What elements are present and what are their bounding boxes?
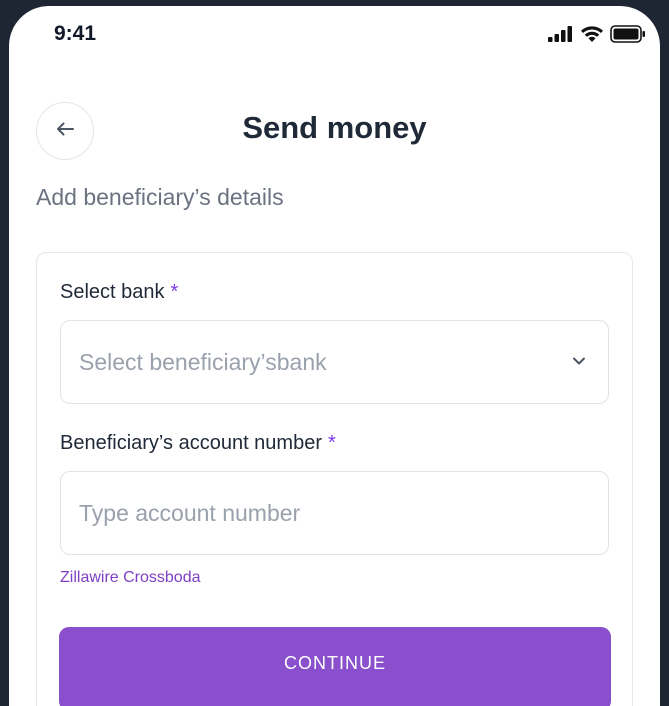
- required-marker: *: [170, 281, 179, 303]
- wifi-icon: [580, 25, 604, 48]
- phone-screen: 9:41 Send money Add beneficiary’s detail…: [9, 6, 660, 706]
- chevron-down-icon: [572, 353, 586, 371]
- beneficiary-form-card: Select bank * Select beneficiary’sbank Be…: [36, 252, 633, 706]
- bank-label-text: Select bank: [60, 281, 165, 303]
- continue-button[interactable]: CONTINUE: [59, 627, 611, 706]
- page-title: Send money: [242, 110, 427, 145]
- status-time: 9:41: [54, 22, 97, 45]
- account-number-field-label: Beneficiary’s account number *: [60, 432, 336, 455]
- battery-icon: [610, 25, 646, 48]
- page-subtitle: Add beneficiary’s details: [36, 184, 284, 210]
- bank-field-label: Select bank *: [60, 281, 178, 304]
- bank-select-placeholder: Select beneficiary’sbank: [79, 348, 327, 375]
- account-number-placeholder: Type account number: [79, 499, 301, 526]
- cellular-signal-icon: [548, 26, 574, 47]
- account-number-label-text: Beneficiary’s account number: [60, 432, 322, 454]
- required-marker: *: [328, 432, 336, 454]
- bank-select[interactable]: Select beneficiary’sbank: [60, 320, 609, 404]
- status-bar: 9:41: [9, 6, 660, 62]
- account-number-input[interactable]: Type account number: [60, 471, 609, 555]
- status-icons: [548, 25, 646, 48]
- resolved-account-name: Zillawire Crossboda: [60, 569, 201, 586]
